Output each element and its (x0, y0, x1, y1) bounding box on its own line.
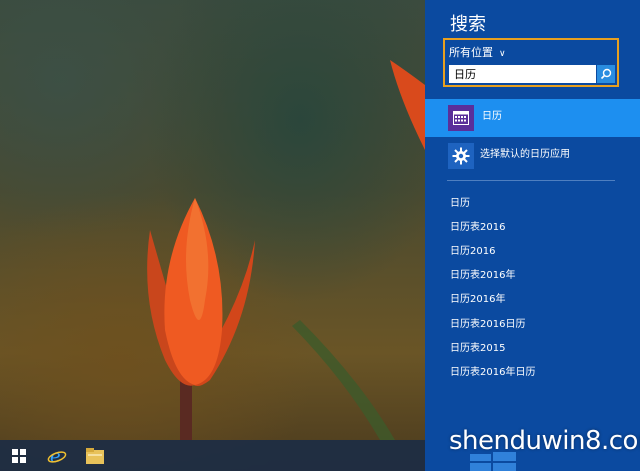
settings-tile (448, 143, 474, 169)
suggestion-item[interactable]: 日历表2015 (450, 339, 505, 354)
calendar-icon (453, 111, 469, 125)
suggestion-item[interactable]: 日历表2016年日历 (450, 363, 535, 378)
tulip-image (147, 60, 425, 440)
suggestion-item[interactable]: 日历2016年 (450, 290, 505, 305)
suggestion-item[interactable]: 日历表2016日历 (450, 315, 525, 330)
panel-title: 搜索 (450, 14, 486, 35)
desktop-wallpaper (0, 0, 425, 471)
start-button[interactable] (0, 440, 38, 471)
internet-explorer-icon: e (47, 446, 67, 466)
file-explorer-icon (86, 447, 104, 464)
search-scope-label: 所有位置 (449, 46, 493, 59)
start-icon (12, 448, 26, 463)
search-scope-dropdown[interactable]: 所有位置 ∨ (449, 44, 506, 60)
suggestion-item[interactable]: 日历2016 (450, 242, 495, 257)
search-button[interactable] (597, 65, 615, 83)
watermark: shenduwin8.com (449, 426, 640, 456)
taskbar: e (0, 440, 425, 471)
result-label: 选择默认的日历应用 (480, 149, 570, 160)
internet-explorer-button[interactable]: e (38, 440, 76, 471)
suggestion-item[interactable]: 日历表2016 (450, 218, 505, 233)
gear-icon (452, 147, 470, 165)
search-input[interactable] (449, 65, 596, 83)
suggestion-item[interactable]: 日历表2016年 (450, 266, 515, 281)
file-explorer-button[interactable] (76, 440, 114, 471)
results-divider (447, 180, 615, 181)
chevron-down-icon: ∨ (499, 49, 506, 59)
suggestion-item[interactable]: 日历 (450, 194, 470, 209)
calendar-app-tile (448, 105, 474, 131)
search-icon (600, 68, 612, 80)
result-label: 日历 (482, 111, 502, 122)
